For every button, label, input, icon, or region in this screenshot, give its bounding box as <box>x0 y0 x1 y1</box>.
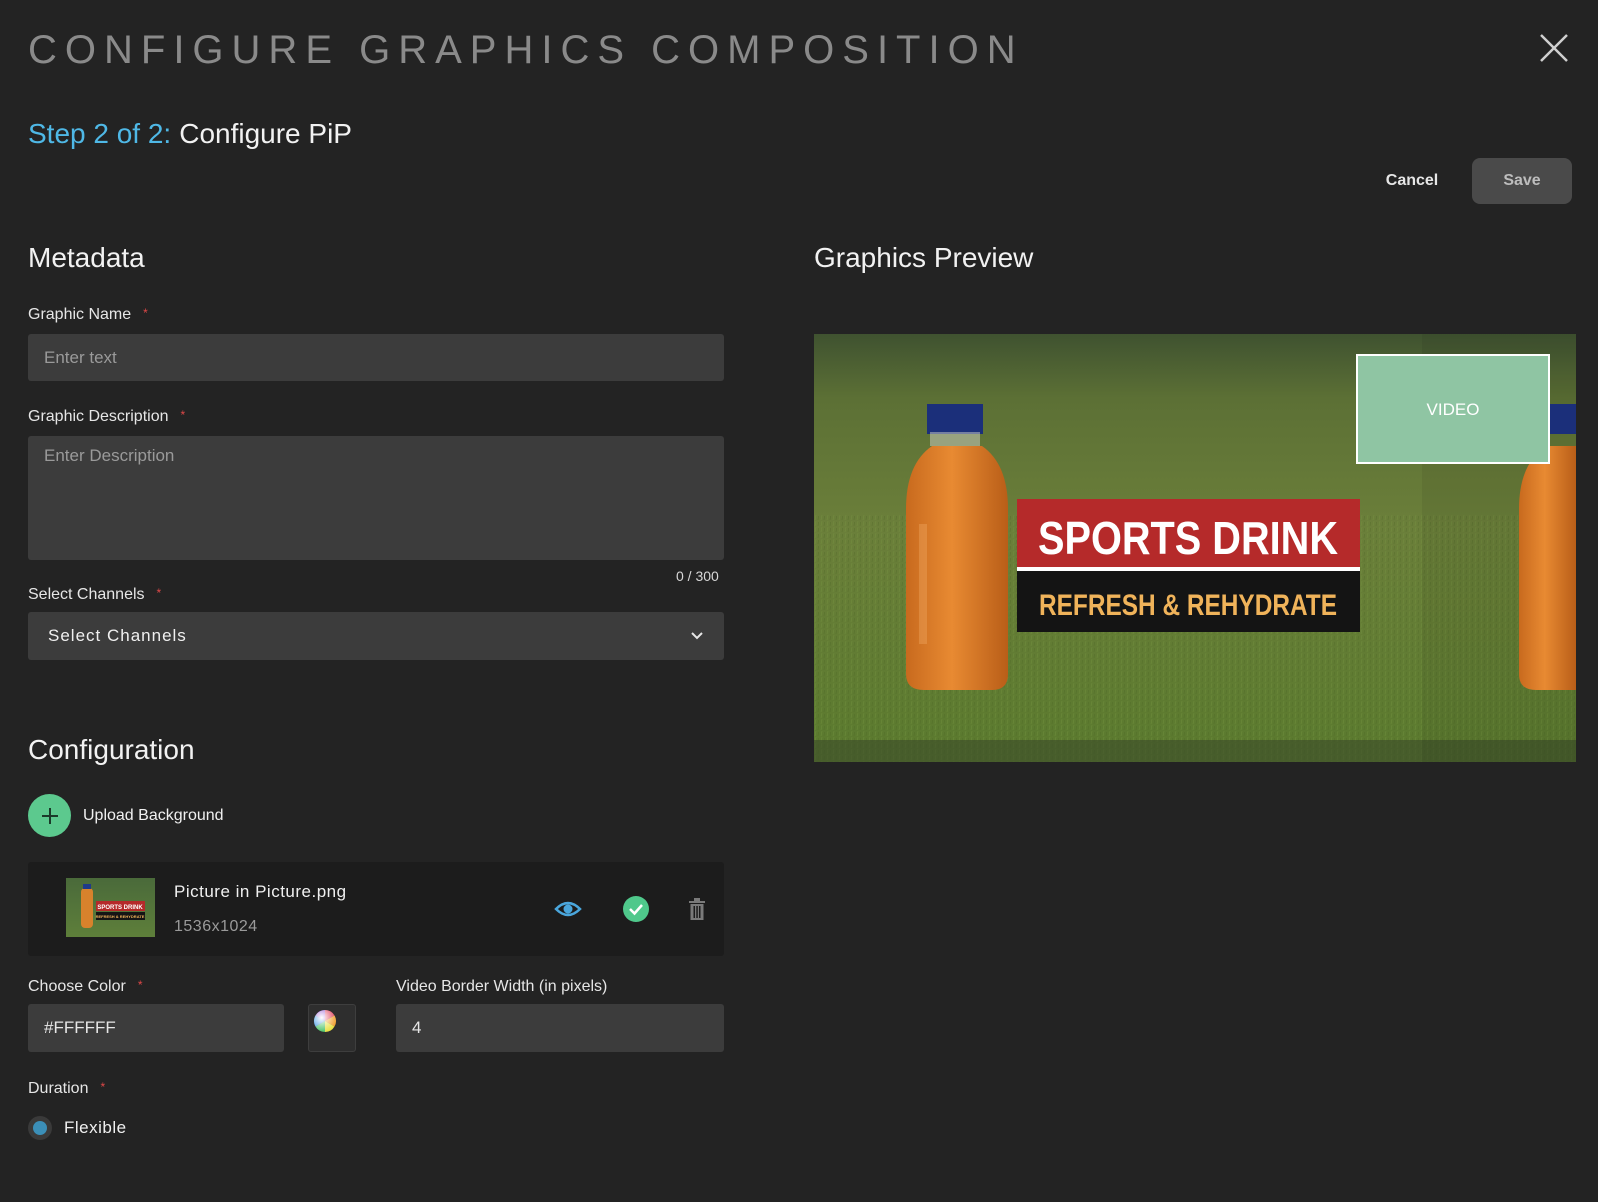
duration-label-row: Duration * <box>28 1080 105 1098</box>
chevron-down-icon <box>691 632 703 640</box>
graphic-name-input[interactable] <box>28 334 724 381</box>
modal-title: CONFIGURE GRAPHICS COMPOSITION <box>28 28 1024 72</box>
required-marker: * <box>180 408 186 422</box>
color-label-row: Choose Color * <box>28 978 143 996</box>
channels-select-value: Select Channels <box>48 626 187 645</box>
step-name: Configure PiP <box>179 118 352 149</box>
graphic-name-label-row: Graphic Name * <box>28 306 148 324</box>
check-circle-icon <box>623 896 649 922</box>
duration-label: Duration <box>28 1080 89 1097</box>
graphics-preview-canvas: SPORTS DRINK REFRESH & REHYDRATE VIDEO <box>814 334 1576 762</box>
banner: SPORTS DRINK REFRESH & REHYDRATE <box>1017 499 1360 632</box>
channels-label-row: Select Channels * <box>28 586 161 604</box>
file-name: Picture in Picture.png <box>174 882 347 901</box>
color-input[interactable] <box>28 1004 284 1052</box>
configuration-heading: Configuration <box>28 734 195 765</box>
step-heading: Step 2 of 2: Configure PiP <box>28 118 352 150</box>
close-icon <box>1540 34 1568 62</box>
required-marker: * <box>143 306 148 320</box>
channels-select[interactable]: Select Channels <box>28 612 724 660</box>
radio-selected-dot <box>33 1121 47 1135</box>
channels-label: Select Channels <box>28 586 145 603</box>
banner-subtitle: REFRESH & REHYDRATE <box>1039 589 1337 622</box>
duration-flexible-radio[interactable]: Flexible <box>28 1116 127 1140</box>
graphic-description-label: Graphic Description <box>28 408 169 425</box>
pip-label: VIDEO <box>1427 400 1480 419</box>
duration-option-label: Flexible <box>64 1118 127 1137</box>
color-picker-button[interactable] <box>308 1004 356 1052</box>
step-indicator: Step 2 of 2: <box>28 118 172 149</box>
border-width-label: Video Border Width (in pixels) <box>396 978 608 995</box>
file-thumbnail: SPORTS DRINK REFRESH & REHYDRATE <box>66 878 155 937</box>
selected-file-button[interactable] <box>622 895 650 927</box>
graphic-description-label-row: Graphic Description * <box>28 408 185 426</box>
upload-background-button[interactable]: Upload Background <box>28 794 224 837</box>
required-marker: * <box>156 586 162 600</box>
radio-button <box>28 1116 52 1140</box>
file-dimensions: 1536x1024 <box>174 918 258 935</box>
color-label: Choose Color <box>28 978 126 995</box>
close-button[interactable] <box>1538 32 1570 64</box>
required-marker: * <box>100 1080 106 1094</box>
color-wheel-icon <box>314 1010 336 1032</box>
character-counter: 0 / 300 <box>676 568 719 584</box>
metadata-heading: Metadata <box>28 242 145 273</box>
border-width-input[interactable] <box>396 1004 724 1052</box>
graphic-name-label: Graphic Name <box>28 306 132 323</box>
cancel-button[interactable]: Cancel <box>1364 158 1460 204</box>
save-button[interactable]: Save <box>1472 158 1572 204</box>
trash-icon <box>689 898 705 920</box>
graphics-preview-heading: Graphics Preview <box>814 242 1034 273</box>
preview-file-button[interactable] <box>554 898 582 924</box>
uploaded-file-card: SPORTS DRINK REFRESH & REHYDRATE Picture… <box>28 862 724 956</box>
required-marker: * <box>137 978 143 992</box>
pip-video-region[interactable]: VIDEO <box>1356 354 1550 464</box>
thumb-banner-subtitle: REFRESH & REHYDRATE <box>96 914 145 919</box>
graphic-description-input[interactable] <box>28 436 724 560</box>
thumb-banner-title: SPORTS DRINK <box>97 905 143 911</box>
banner-title: SPORTS DRINK <box>1038 512 1338 564</box>
delete-file-button[interactable] <box>688 898 706 924</box>
upload-background-label: Upload Background <box>83 806 224 824</box>
plus-icon <box>28 794 71 837</box>
eye-icon <box>554 901 582 917</box>
